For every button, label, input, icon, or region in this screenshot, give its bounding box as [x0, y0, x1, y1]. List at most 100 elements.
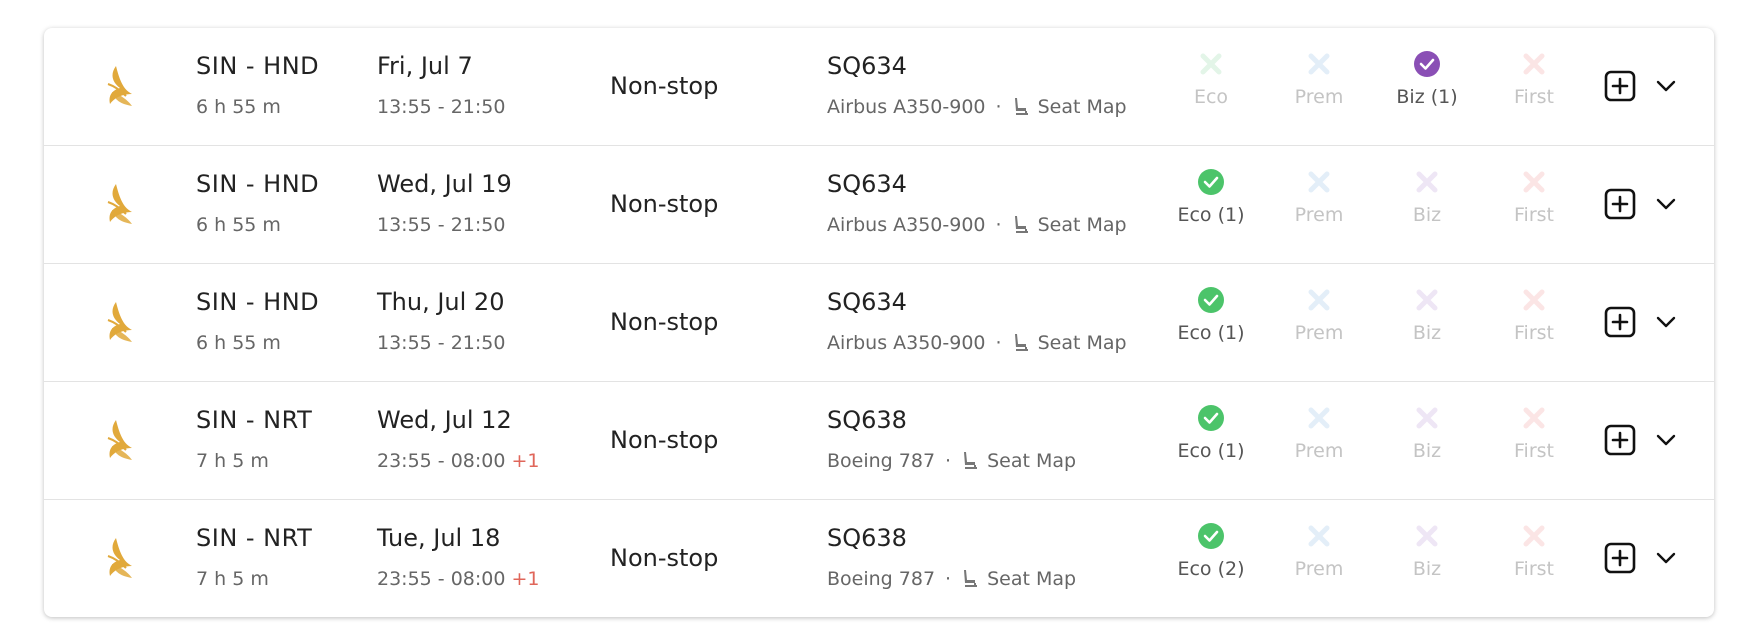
- airline-logo-icon: [107, 420, 132, 460]
- stops: Non-stop: [610, 190, 719, 218]
- aircraft-type: Boeing 787: [827, 568, 936, 590]
- add-icon[interactable]: [1604, 424, 1636, 456]
- seat-icon: [1014, 216, 1028, 233]
- cabin-eco: Eco (1): [1161, 404, 1261, 462]
- seat-icon: [964, 452, 978, 469]
- aircraft-type: Airbus A350-900: [827, 96, 986, 118]
- chevron-down-icon[interactable]: [1654, 310, 1678, 334]
- cabin-prem: Prem: [1269, 404, 1369, 462]
- cabin-label: Eco (1): [1177, 440, 1245, 462]
- seat-icon: [1014, 334, 1028, 351]
- cabin-eco: Eco (1): [1161, 168, 1261, 226]
- unavailable-x-icon: [1308, 525, 1330, 547]
- departure-date: Wed, Jul 12: [377, 406, 512, 434]
- cabin-label: Biz: [1412, 558, 1442, 580]
- seat-map-link[interactable]: Seat Map: [1038, 96, 1127, 118]
- flight-number: SQ638: [827, 406, 907, 434]
- stops: Non-stop: [610, 72, 719, 100]
- cabin-label: Prem: [1294, 204, 1344, 226]
- cabin-label: First: [1514, 86, 1554, 108]
- seat-map-link[interactable]: Seat Map: [987, 450, 1076, 472]
- add-icon[interactable]: [1604, 70, 1636, 102]
- cabin-label: Eco (1): [1177, 204, 1245, 226]
- aircraft-info: Boeing 787 · Seat Map: [827, 450, 1076, 472]
- cabin-label: First: [1514, 204, 1554, 226]
- unavailable-x-icon: [1416, 525, 1438, 547]
- route: SIN - HND: [196, 170, 320, 198]
- cabin-prem: Prem: [1269, 286, 1369, 344]
- cabin-label: Biz: [1412, 440, 1442, 462]
- cabin-first: First: [1484, 404, 1584, 462]
- cabin-biz: Biz: [1377, 168, 1477, 226]
- time-range: 13:55 - 21:50: [377, 214, 506, 236]
- departure-date: Tue, Jul 18: [377, 524, 501, 552]
- time-range: 13:55 - 21:50: [377, 332, 506, 354]
- cabin-label: First: [1514, 558, 1554, 580]
- unavailable-x-icon: [1200, 53, 1222, 75]
- cabin-label: Prem: [1294, 322, 1344, 344]
- cabin-label: Prem: [1294, 86, 1344, 108]
- cabin-label: First: [1514, 440, 1554, 462]
- cabin-biz: Biz: [1377, 286, 1477, 344]
- unavailable-x-icon: [1416, 171, 1438, 193]
- separator-dot: ·: [995, 332, 1002, 354]
- add-icon[interactable]: [1604, 188, 1636, 220]
- unavailable-x-icon: [1308, 171, 1330, 193]
- unavailable-x-icon: [1523, 53, 1545, 75]
- time-range: 23:55 - 08:00: [377, 568, 506, 590]
- flight-number: SQ634: [827, 170, 907, 198]
- add-icon[interactable]: [1604, 542, 1636, 574]
- aircraft-type: Airbus A350-900: [827, 214, 986, 236]
- seat-map-link[interactable]: Seat Map: [987, 568, 1076, 590]
- cabin-biz: Biz (1): [1377, 50, 1477, 108]
- cabin-label: Eco: [1193, 86, 1229, 108]
- flight-times: 13:55 - 21:50: [377, 332, 505, 354]
- unavailable-x-icon: [1523, 407, 1545, 429]
- available-check-icon: [1198, 287, 1224, 313]
- chevron-down-icon[interactable]: [1654, 192, 1678, 216]
- duration: 7 h 5 m: [196, 568, 269, 590]
- stops: Non-stop: [610, 308, 719, 336]
- chevron-down-icon[interactable]: [1654, 74, 1678, 98]
- flight-row[interactable]: SIN - HND 6 h 55 m Wed, Jul 19 13:55 - 2…: [44, 146, 1714, 264]
- aircraft-type: Airbus A350-900: [827, 332, 986, 354]
- seat-icon: [964, 570, 978, 587]
- aircraft-info: Boeing 787 · Seat Map: [827, 568, 1076, 590]
- flight-row[interactable]: SIN - HND 6 h 55 m Thu, Jul 20 13:55 - 2…: [44, 264, 1714, 382]
- add-icon[interactable]: [1604, 306, 1636, 338]
- departure-date: Fri, Jul 7: [377, 52, 473, 80]
- cabin-eco: Eco (2): [1161, 522, 1261, 580]
- flight-times: 13:55 - 21:50: [377, 214, 505, 236]
- flight-row[interactable]: SIN - NRT 7 h 5 m Wed, Jul 12 23:55 - 08…: [44, 382, 1714, 500]
- departure-date: Wed, Jul 19: [377, 170, 512, 198]
- unavailable-x-icon: [1523, 525, 1545, 547]
- separator-dot: ·: [995, 214, 1002, 236]
- route: SIN - HND: [196, 52, 320, 80]
- departure-date: Thu, Jul 20: [377, 288, 505, 316]
- available-check-icon: [1198, 523, 1224, 549]
- airline-logo-icon: [107, 538, 132, 578]
- cabin-label: Biz (1): [1396, 86, 1458, 108]
- duration: 6 h 55 m: [196, 214, 281, 236]
- flight-number: SQ638: [827, 524, 907, 552]
- cabin-first: First: [1484, 286, 1584, 344]
- flight-row[interactable]: SIN - NRT 7 h 5 m Tue, Jul 18 23:55 - 08…: [44, 500, 1714, 617]
- unavailable-x-icon: [1308, 53, 1330, 75]
- cabin-label: Eco (1): [1177, 322, 1245, 344]
- seat-map-link[interactable]: Seat Map: [1038, 332, 1127, 354]
- aircraft-info: Airbus A350-900 · Seat Map: [827, 96, 1127, 118]
- available-check-icon: [1414, 51, 1440, 77]
- chevron-down-icon[interactable]: [1654, 546, 1678, 570]
- cabin-label: First: [1514, 322, 1554, 344]
- cabin-biz: Biz: [1377, 404, 1477, 462]
- cabin-eco: Eco: [1161, 50, 1261, 108]
- chevron-down-icon[interactable]: [1654, 428, 1678, 452]
- cabin-prem: Prem: [1269, 168, 1369, 226]
- flight-times: 13:55 - 21:50: [377, 96, 505, 118]
- flight-row[interactable]: SIN - HND 6 h 55 m Fri, Jul 7 13:55 - 21…: [44, 28, 1714, 146]
- flight-number: SQ634: [827, 288, 907, 316]
- unavailable-x-icon: [1523, 171, 1545, 193]
- seat-map-link[interactable]: Seat Map: [1038, 214, 1127, 236]
- time-range: 13:55 - 21:50: [377, 96, 506, 118]
- available-check-icon: [1198, 169, 1224, 195]
